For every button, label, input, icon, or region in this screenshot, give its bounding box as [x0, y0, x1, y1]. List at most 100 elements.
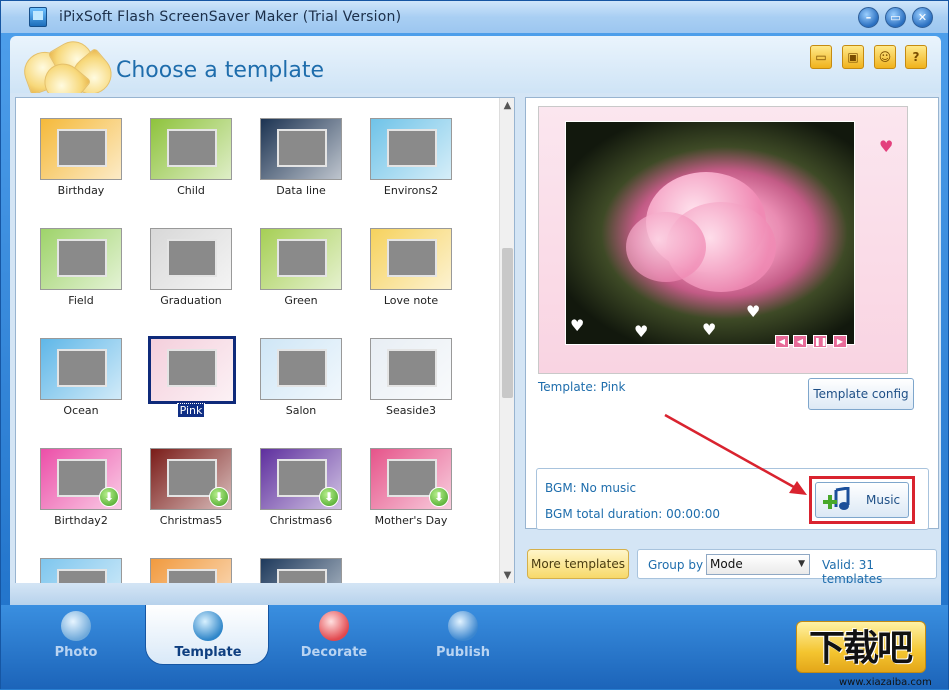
photo-icon [61, 611, 91, 641]
template-thumbnail-image [260, 228, 342, 290]
template-thumb[interactable]: Environs2 [356, 98, 466, 198]
heart-decoration-icon: ♥ [879, 137, 894, 156]
template-preview: ♥ ♥ ♥ ♥ ◀ ◀ ❚❚ ▶ ♥ [538, 106, 908, 374]
template-icon [193, 611, 223, 641]
template-thumbnail-image [150, 558, 232, 584]
main-content: Birthday Child Data line Environs2 Field Grad… [10, 93, 941, 586]
template-thumbnail-image [148, 336, 236, 404]
bgm-duration: BGM total duration: 00:00:00 [545, 507, 720, 521]
template-thumb[interactable]: ⬇ Birthday2 [26, 428, 136, 528]
template-config-button[interactable]: Template config [808, 378, 914, 410]
music-button[interactable]: Music [815, 482, 909, 518]
template-thumb[interactable]: Seaside3 [356, 318, 466, 418]
template-thumbnail-image [40, 228, 122, 290]
scroll-down-icon[interactable]: ▼ [500, 568, 515, 584]
minimize-button[interactable]: – [858, 7, 879, 28]
template-thumb[interactable]: Data line [246, 98, 356, 198]
template-list-panel: Birthday Child Data line Environs2 Field Grad… [15, 97, 515, 585]
template-grid: Birthday Child Data line Environs2 Field Grad… [16, 98, 498, 584]
preview-back-icon[interactable]: ◀ [775, 335, 789, 348]
template-scrollbar[interactable]: ▲ ▼ [499, 98, 514, 584]
bgm-box: BGM: No music BGM total duration: 00:00:… [536, 468, 929, 530]
template-thumb[interactable] [26, 538, 136, 584]
template-thumb-label: Data line [276, 184, 326, 197]
download-icon: ⬇ [319, 487, 339, 507]
window-title: iPixSoft Flash ScreenSaver Maker (Trial … [59, 9, 402, 25]
save-icon[interactable]: ▣ [842, 45, 864, 69]
nav-template-label: Template [174, 645, 242, 660]
template-thumb-label: Mother's Day [374, 514, 448, 527]
help-icon[interactable]: ? [905, 45, 927, 69]
template-thumb[interactable]: Love note [356, 208, 466, 308]
group-by-value: Mode [710, 557, 743, 571]
close-button[interactable]: ✕ [912, 7, 933, 28]
group-by-select[interactable]: Mode ▼ [706, 554, 810, 575]
template-thumbnail-image [370, 338, 452, 400]
template-thumbnail-image [260, 118, 342, 180]
page-title: Choose a template [116, 58, 325, 83]
template-thumb-label: Salon [285, 404, 317, 417]
group-by-box: Group by Mode ▼ Valid: 31 templates [637, 549, 937, 586]
folder-icon[interactable]: ▭ [810, 45, 832, 69]
template-thumbnail-image [260, 558, 342, 584]
preview-prev-icon[interactable]: ◀ [793, 335, 807, 348]
template-thumbnail-image [260, 338, 342, 400]
bottom-navigation: Photo Template Decorate Publish [1, 605, 948, 689]
template-thumbnail-image: ⬇ [150, 448, 232, 510]
decorate-heart-icon [319, 611, 349, 641]
preview-pause-icon[interactable]: ❚❚ [813, 335, 827, 348]
more-templates-button[interactable]: More templates [527, 549, 629, 579]
page-header: Choose a template ▭ ▣ ☺ ? [10, 34, 941, 111]
template-options-bar: More templates Group by Mode ▼ Valid: 31… [525, 547, 939, 586]
template-thumb[interactable]: Pink [136, 318, 246, 418]
footer-strip [10, 583, 941, 605]
scroll-up-icon[interactable]: ▲ [500, 98, 515, 114]
template-thumb[interactable]: Child [136, 98, 246, 198]
bgm-status: BGM: No music [545, 481, 637, 495]
preview-next-icon[interactable]: ▶ [833, 335, 847, 348]
template-thumbnail-image [40, 558, 122, 584]
template-thumb-label: Seaside3 [385, 404, 437, 417]
maximize-button[interactable]: ▭ [885, 7, 906, 28]
template-thumb[interactable]: Graduation [136, 208, 246, 308]
template-thumb[interactable]: Birthday [26, 98, 136, 198]
title-bar: iPixSoft Flash ScreenSaver Maker (Trial … [1, 1, 948, 33]
template-thumb[interactable]: ⬇ Mother's Day [356, 428, 466, 528]
nav-photo-label: Photo [54, 645, 98, 660]
watermark-logo: 下载吧 [809, 628, 913, 669]
nav-template[interactable]: Template [145, 605, 269, 665]
nav-publish-label: Publish [436, 645, 490, 660]
template-thumb[interactable] [246, 538, 356, 584]
template-thumb[interactable]: ⬇ Christmas5 [136, 428, 246, 528]
download-icon: ⬇ [99, 487, 119, 507]
app-window: iPixSoft Flash ScreenSaver Maker (Trial … [0, 0, 949, 689]
template-thumbnail-image: ⬇ [40, 448, 122, 510]
nav-decorate-label: Decorate [300, 645, 368, 660]
template-thumb[interactable]: Field [26, 208, 136, 308]
template-thumb[interactable]: ⬇ Christmas6 [246, 428, 356, 528]
template-thumb[interactable]: Green [246, 208, 356, 308]
template-thumb-label: Pink [176, 403, 206, 418]
selected-template-label: Template: Pink [538, 380, 626, 394]
template-thumb[interactable] [136, 538, 246, 584]
template-thumbnail-image: ⬇ [370, 448, 452, 510]
scroll-thumb[interactable] [502, 248, 513, 398]
template-thumb-label: Child [177, 184, 205, 197]
nav-publish[interactable]: Publish [408, 605, 518, 675]
template-thumbnail-image: ⬇ [260, 448, 342, 510]
user-icon[interactable]: ☺ [874, 45, 896, 69]
template-thumb-label: Birthday2 [54, 514, 108, 527]
app-icon [29, 7, 47, 27]
template-thumb[interactable]: Ocean [26, 318, 136, 418]
music-note-icon [823, 487, 850, 510]
template-thumbnail-image [40, 338, 122, 400]
template-thumbnail-image [40, 118, 122, 180]
nav-photo[interactable]: Photo [21, 605, 131, 675]
template-thumb-label: Ocean [63, 404, 99, 417]
preview-panel: ♥ ♥ ♥ ♥ ◀ ◀ ❚❚ ▶ ♥ Template: Pink Templa… [525, 97, 939, 530]
publish-icon [448, 611, 478, 641]
template-thumb[interactable]: Salon [246, 318, 356, 418]
group-by-label: Group by [648, 558, 704, 572]
nav-decorate[interactable]: Decorate [279, 605, 389, 675]
download-icon: ⬇ [209, 487, 229, 507]
